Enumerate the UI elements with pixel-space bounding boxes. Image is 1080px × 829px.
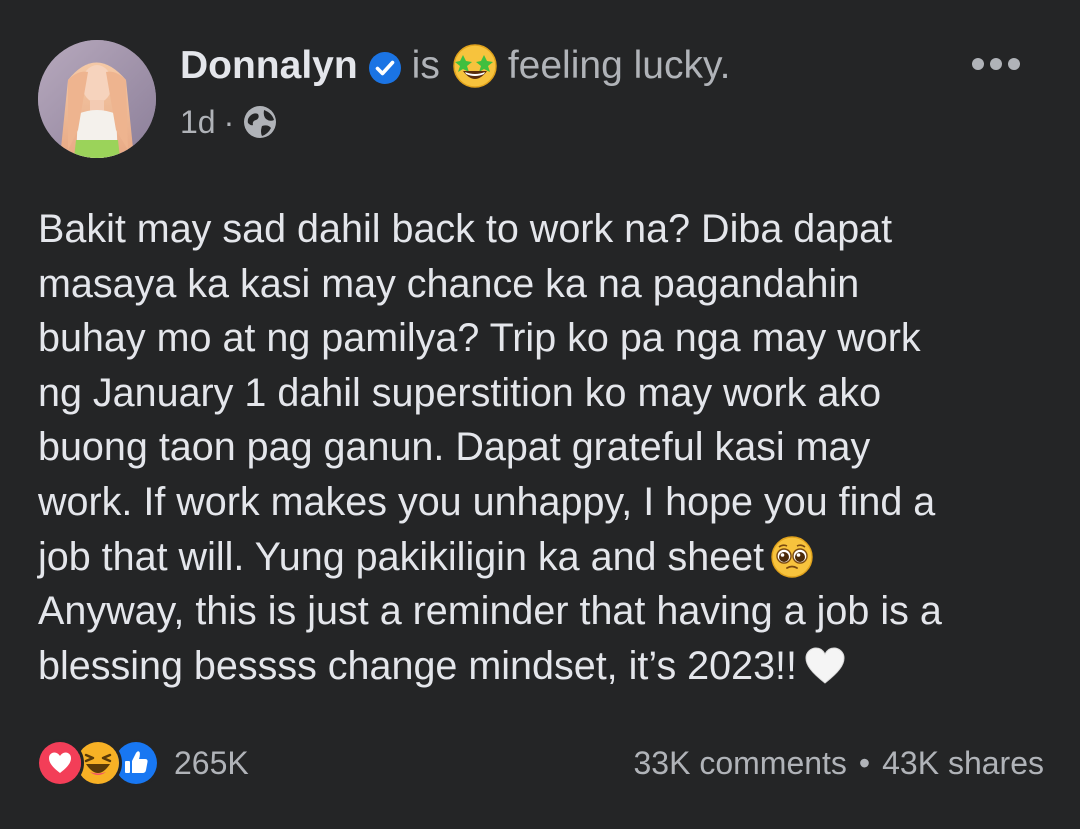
post-body-line: buong taon pag ganun. Dapat grateful kas…	[38, 425, 871, 470]
meta-separator: ·	[223, 104, 235, 140]
post-body-line: Bakit may sad dahil back to work na? Dib…	[38, 207, 893, 251]
post-body-line: masaya ka kasi may chance ka na pagandah…	[38, 261, 860, 306]
post-body-line: buhay mo at ng pamilya? Trip ko pa nga m…	[38, 316, 921, 361]
post-body-line: ng January 1 dahil superstition ko may w…	[38, 370, 882, 415]
comments-count[interactable]: 33K comments	[634, 745, 847, 782]
post-body-line-with-emoji: blessing bessss change mindset, it’s 202…	[38, 639, 1048, 694]
feed-post: Donnalyn is feeling lucky. 1d · Bakit ma…	[0, 0, 1080, 829]
activity-verb: is	[411, 44, 440, 87]
shares-count[interactable]: 43K shares	[882, 745, 1044, 782]
post-timestamp[interactable]: 1d	[180, 102, 216, 142]
post-header: Donnalyn is feeling lucky. 1d ·	[38, 40, 1040, 160]
post-footer: 265K 33K comments • 43K shares	[36, 738, 1044, 788]
feeling-text: feeling lucky.	[507, 44, 731, 87]
white-heart-emoji-icon	[803, 644, 847, 688]
post-meta: 1d ·	[180, 102, 278, 142]
post-title-line: Donnalyn is feeling lucky.	[180, 42, 730, 90]
post-body: Bakit may sad dahil back to work na? Dib…	[38, 202, 1048, 693]
engagement-counts: 33K comments • 43K shares	[634, 738, 1045, 788]
more-options-icon[interactable]	[970, 54, 1022, 74]
post-body-line: work. If work makes you unhappy, I hope …	[38, 479, 936, 524]
counts-separator: •	[858, 744, 871, 781]
post-body-line-with-emoji: job that will. Yung pakikiligin ka and s…	[38, 530, 1048, 585]
star-struck-emoji-icon	[452, 43, 498, 89]
globe-icon[interactable]	[242, 104, 278, 140]
author-name[interactable]: Donnalyn	[180, 42, 358, 90]
post-body-line: blessing bessss change mindset, it’s 202…	[38, 643, 797, 688]
author-avatar[interactable]	[38, 40, 156, 158]
post-body-line: job that will. Yung pakikiligin ka and s…	[38, 534, 765, 579]
reactions-summary[interactable]: 265K	[36, 738, 249, 788]
love-reaction-icon	[36, 739, 84, 787]
reaction-count[interactable]: 265K	[174, 745, 249, 782]
post-body-line: Anyway, this is just a reminder that hav…	[38, 589, 942, 634]
verified-badge-icon	[368, 49, 402, 84]
pleading-face-emoji-icon	[770, 535, 814, 579]
